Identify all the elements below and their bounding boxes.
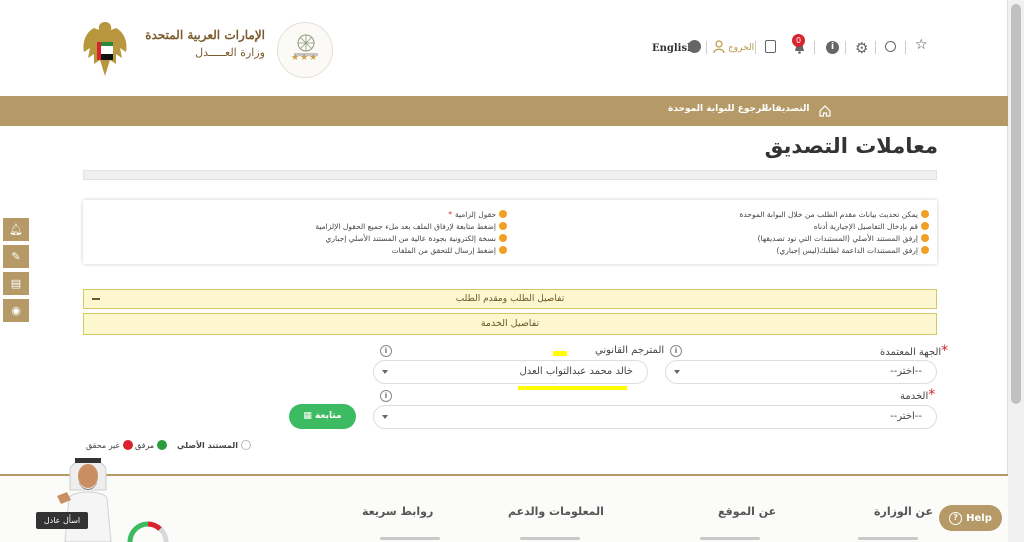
- side-toolbar: 🔔︎ ✎ ▤ ◉: [3, 218, 29, 326]
- nav-item-back-unified-portal[interactable]: الرجوع للبوابة الموحدة: [668, 104, 768, 114]
- check-icon: [499, 246, 507, 254]
- next-button[interactable]: متابعة ▦: [289, 404, 356, 429]
- info-icon[interactable]: i: [380, 345, 392, 357]
- check-icon: [921, 210, 929, 218]
- logout-link[interactable]: الخروج: [728, 38, 754, 58]
- check-icon: [921, 234, 929, 242]
- divider: [706, 41, 707, 54]
- info-icon[interactable]: i: [826, 41, 839, 54]
- search-icon[interactable]: [885, 41, 896, 52]
- info-icon[interactable]: i: [670, 345, 682, 357]
- divider: [755, 41, 756, 54]
- page-title: معاملات التصديق: [764, 134, 938, 158]
- green-dot-icon: [157, 440, 168, 450]
- ministry-logo-text: الإمارات العربية المتحدة وزارة العـــــد…: [135, 28, 265, 59]
- instruction-item: إرفق المستندات الداعمة لطلبك(ليس إجباري): [529, 244, 929, 256]
- progress-gauge-icon: [127, 521, 169, 542]
- divider: [814, 41, 815, 54]
- legend-attached: مرفق: [135, 440, 168, 450]
- check-icon: [499, 234, 507, 242]
- user-icon[interactable]: [713, 40, 725, 53]
- check-icon: [921, 222, 929, 230]
- info-icon[interactable]: i: [380, 390, 392, 402]
- service-select[interactable]: --اختر--: [373, 405, 937, 429]
- side-bell-icon[interactable]: 🔔︎: [3, 218, 29, 241]
- accordion-service-details: تفاصيل الخدمة: [83, 313, 937, 335]
- legend-original: المستند الأصلي: [177, 440, 251, 450]
- footer-col-info-support: المعلومات والدعم: [508, 505, 604, 518]
- pdf-icon[interactable]: [765, 40, 776, 53]
- footer-col-quick-links: روابط سريعة: [362, 505, 434, 518]
- logo-line2: وزارة العـــــدل: [195, 46, 265, 59]
- chevron-down-icon: [382, 370, 388, 374]
- highlight-underline: [518, 386, 627, 390]
- save-icon: ▦: [303, 411, 312, 421]
- instructions-box: يمكن تحديث بيانات مقدم الطلب من خلال الب…: [83, 200, 937, 264]
- section-title: تفاصيل الخدمة: [480, 318, 540, 329]
- main-nav-bar: [0, 96, 1008, 126]
- required-star-icon: *: [941, 343, 949, 359]
- accordion-applicant-details[interactable]: تفاصيل الطلب ومقدم الطلب: [83, 289, 937, 309]
- side-accessibility-icon[interactable]: ✎: [3, 245, 29, 268]
- empty-circle-icon: [240, 440, 251, 450]
- rating-badge: [277, 22, 333, 78]
- instruction-item: نسخة إلكترونية بجودة عالية من المستند ال…: [247, 232, 507, 244]
- footer-link-placeholder: [858, 532, 918, 542]
- translator-label: المترجم القانوني: [595, 345, 665, 356]
- instruction-item: حقول إلزامية *: [247, 208, 507, 220]
- breadcrumb-strip: [83, 170, 937, 180]
- divider: [875, 41, 876, 54]
- instruction-item: إضغط إرسال للتحقق من الملفات: [247, 244, 507, 256]
- divider: [845, 41, 846, 54]
- question-icon: ?: [949, 511, 963, 525]
- nav-item-attestations[interactable]: التصديقات: [763, 104, 810, 114]
- service-label: *الخدمة: [900, 387, 936, 403]
- browser-page: [0, 0, 1008, 542]
- chevron-down-icon: [674, 370, 680, 374]
- gear-icon[interactable]: ⚙: [855, 39, 868, 57]
- translator-select[interactable]: خالد محمد عبدالتواب العدل: [373, 360, 648, 384]
- instruction-item: إضغط متابعة لإرفاق الملف بعد ملء جميع ال…: [247, 220, 507, 232]
- instruction-item: قم بإدخال التفاصيل الإجبارية أدناه: [529, 220, 929, 232]
- divider: [905, 41, 906, 54]
- red-dot-icon: [122, 440, 133, 450]
- globe-icon[interactable]: [688, 40, 701, 53]
- uae-eagle-emblem-icon: [83, 22, 127, 76]
- authority-label: *الجهة المعتمدة: [880, 343, 949, 359]
- side-document-icon[interactable]: ▤: [3, 272, 29, 295]
- instruction-item: إرفق المستند الأصلي (المستندات التي تود …: [529, 232, 929, 244]
- check-icon: [921, 246, 929, 254]
- accordion-title: تفاصيل الطلب ومقدم الطلب: [455, 294, 565, 304]
- home-icon[interactable]: [818, 104, 832, 118]
- scrollbar-thumb[interactable]: [1011, 4, 1021, 404]
- check-icon: [499, 222, 507, 230]
- footer-link-placeholder: [520, 532, 580, 542]
- check-icon: [499, 210, 507, 218]
- footer-link-placeholder: [380, 532, 440, 542]
- page-scrollbar[interactable]: [1008, 0, 1024, 542]
- instructions-left-column: حقول إلزامية * إضغط متابعة لإرفاق الملف ب…: [247, 208, 507, 256]
- required-star-icon: *: [448, 209, 452, 219]
- side-binoculars-icon[interactable]: ◉: [3, 299, 29, 322]
- minus-icon[interactable]: [92, 298, 100, 300]
- highlight-mark: [553, 351, 567, 356]
- footer-col-site: عن الموقع: [718, 505, 777, 518]
- star-icon[interactable]: ☆: [915, 37, 928, 53]
- ask-adel-button[interactable]: اسأل عادل: [36, 512, 88, 529]
- help-button[interactable]: ? Help: [939, 505, 1002, 531]
- chevron-down-icon: [382, 415, 388, 419]
- required-star-icon: *: [928, 387, 936, 403]
- badge-stars-icon: ★★★: [291, 53, 319, 63]
- logo-line1: الإمارات العربية المتحدة: [145, 28, 265, 42]
- footer-col-ministry: عن الوزارة: [874, 505, 933, 518]
- instruction-item: يمكن تحديث بيانات مقدم الطلب من خلال الب…: [529, 208, 929, 220]
- notification-count-badge: 0: [792, 34, 805, 47]
- instructions-right-column: يمكن تحديث بيانات مقدم الطلب من خلال الب…: [529, 208, 929, 256]
- authority-select[interactable]: --اختر--: [665, 360, 937, 384]
- badge-emblem-icon: [294, 34, 318, 56]
- footer-link-placeholder: [700, 532, 760, 542]
